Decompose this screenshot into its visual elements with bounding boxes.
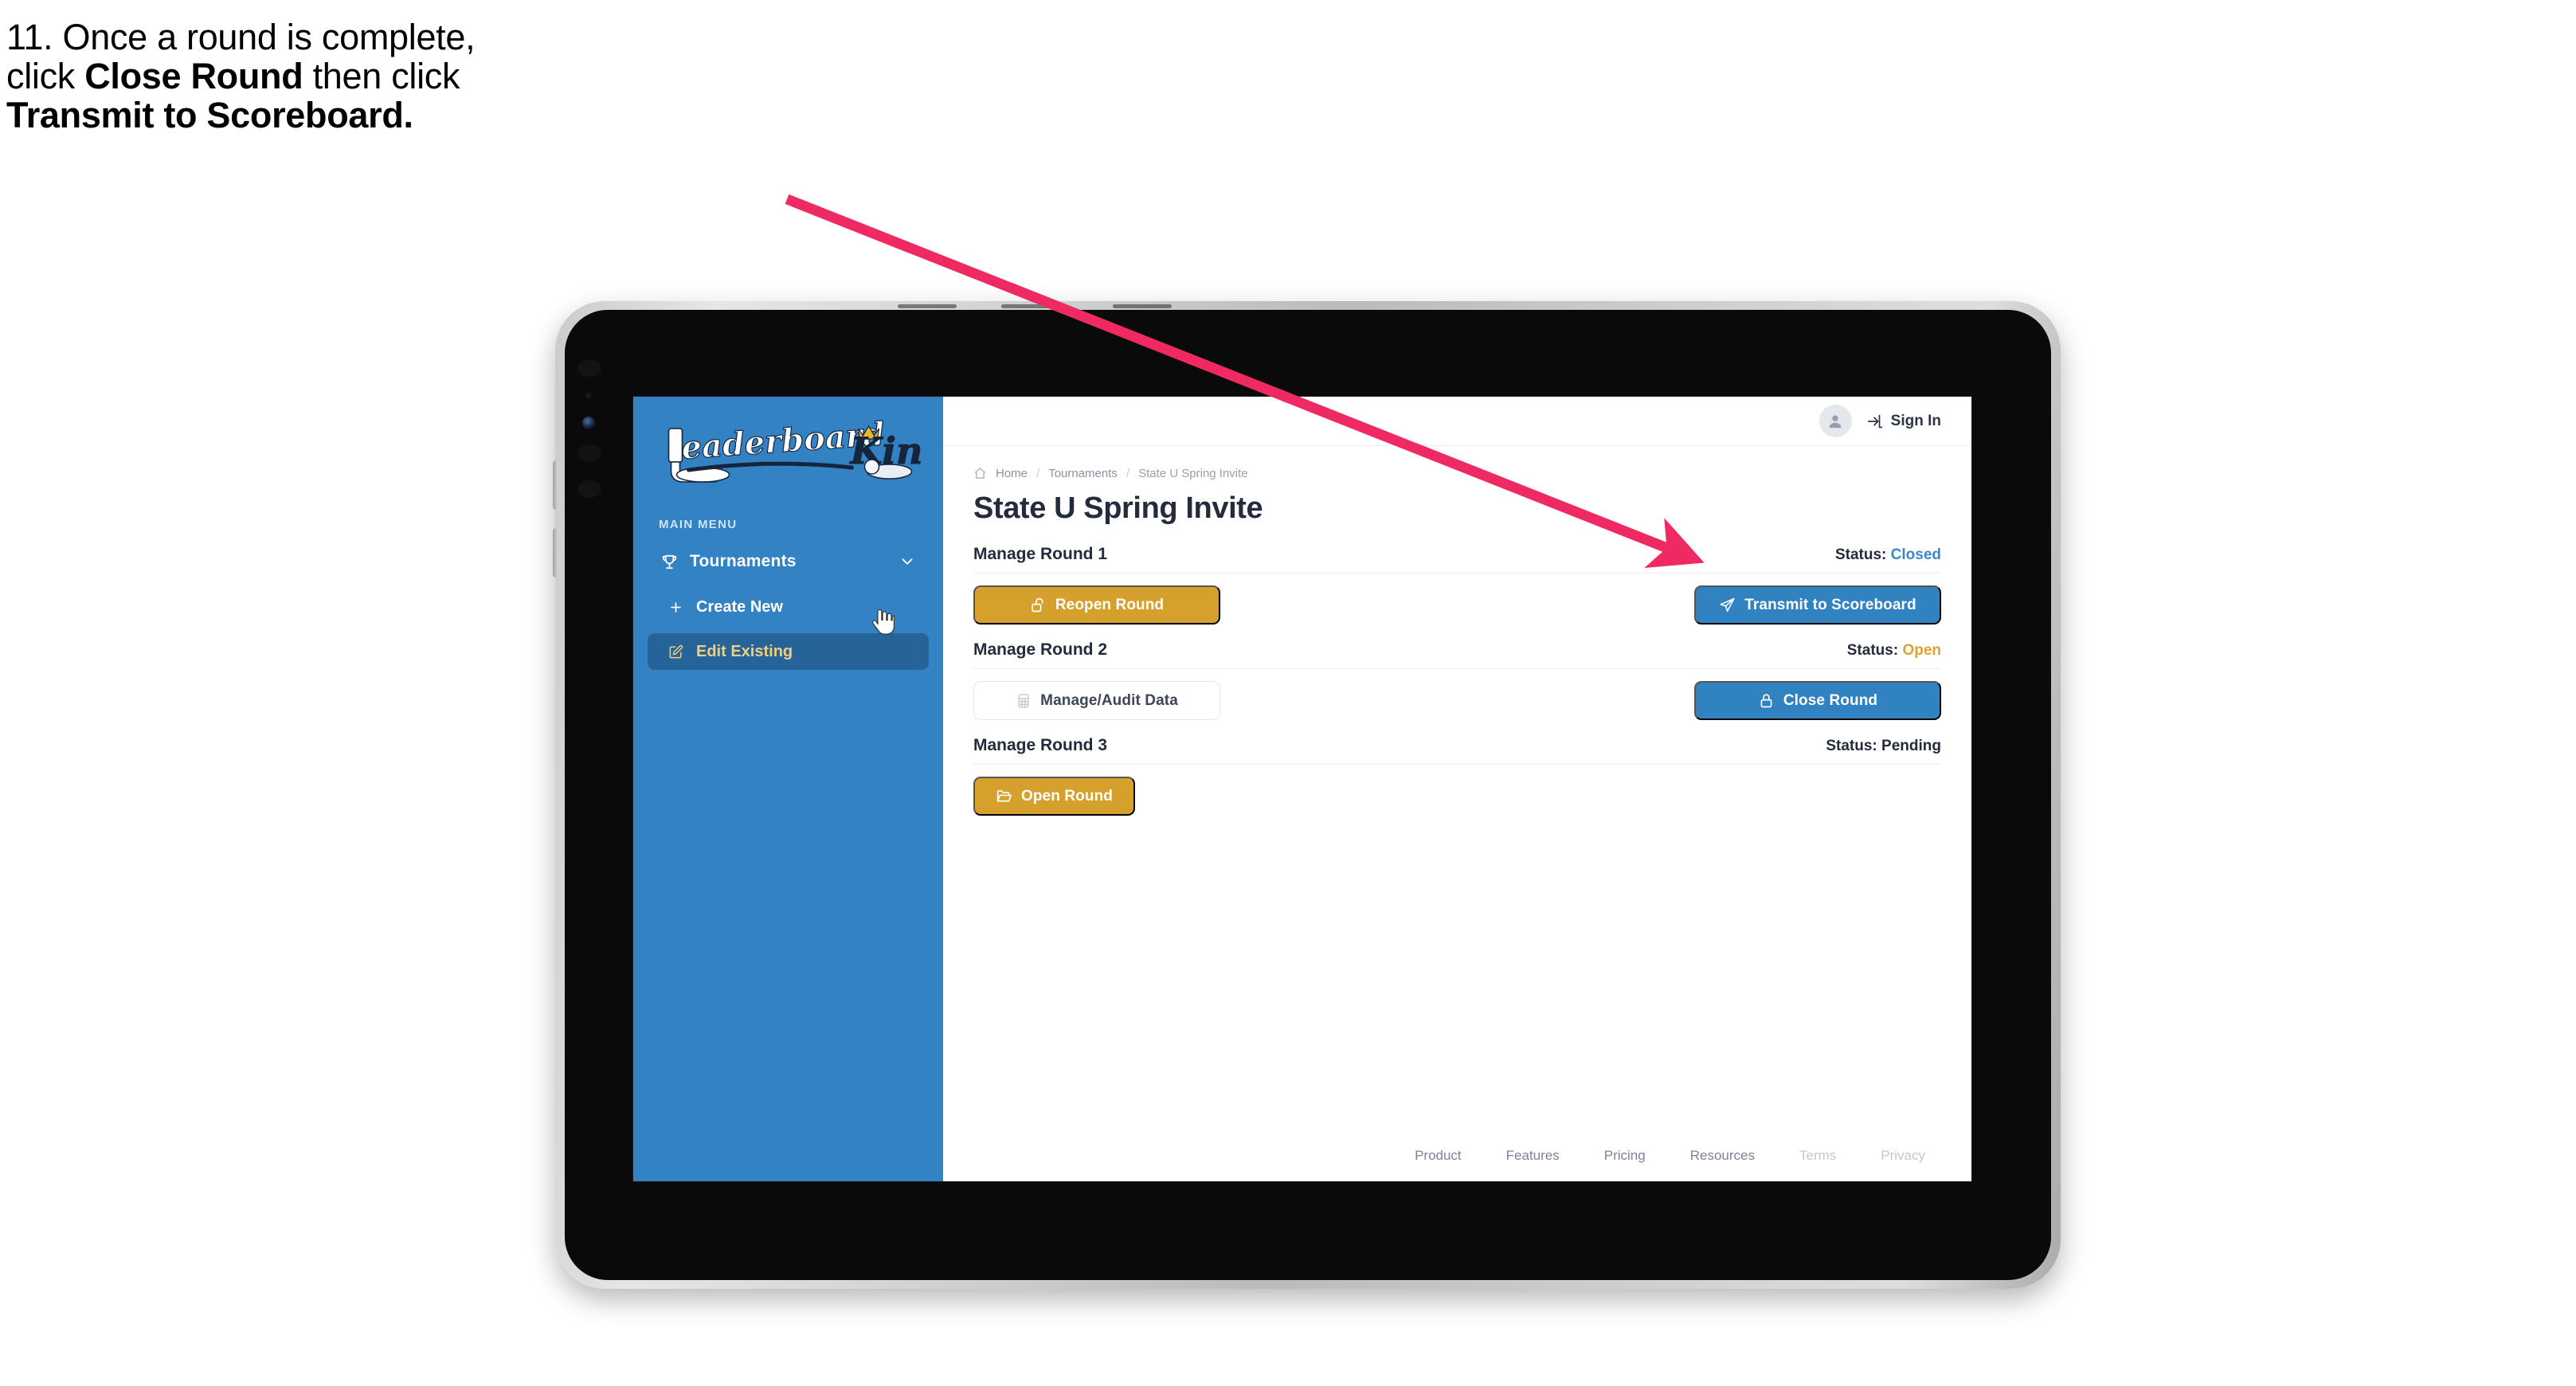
volume-down-button[interactable]: [553, 528, 558, 578]
footer-links: Product Features Pricing Resources Terms…: [943, 1148, 1971, 1181]
caption-line-1: 11. Once a round is complete,: [6, 17, 476, 57]
sidebar-item-tournaments[interactable]: Tournaments: [648, 542, 929, 581]
button-label: Reopen Round: [1055, 596, 1165, 613]
manage-audit-data-button[interactable]: Manage/Audit Data: [973, 681, 1220, 720]
bezel-sensor-dot: [585, 393, 591, 398]
round-header: Manage Round 2 Status: Open: [973, 640, 1941, 669]
plus-icon: [668, 600, 683, 615]
main-menu-label: MAIN MENU: [659, 518, 738, 531]
status-label: Status:: [1826, 738, 1877, 754]
round-title: Manage Round 3: [973, 736, 1108, 754]
main-content: Sign In Home / Tournaments / State U Spr…: [943, 397, 1971, 1181]
front-camera-icon: [582, 417, 595, 429]
unlock-icon: [1030, 597, 1047, 613]
round-section-1: Manage Round 1 Status: Closed Reopen Rou: [973, 545, 1941, 624]
open-round-button[interactable]: Open Round: [973, 777, 1135, 816]
sign-in-label: Sign In: [1890, 412, 1941, 429]
caption-text: then click: [303, 56, 460, 97]
breadcrumb: Home / Tournaments / State U Spring Invi…: [973, 467, 1941, 480]
sidebar-item-label: Edit Existing: [696, 642, 793, 660]
breadcrumb-separator: /: [1126, 467, 1130, 480]
round-actions: Open Round: [973, 765, 1941, 816]
round-section-2: Manage Round 2 Status: Open Manage/Audit…: [973, 640, 1941, 720]
send-plane-icon: [1719, 597, 1736, 613]
volume-up-button[interactable]: [553, 460, 558, 510]
round-status: Status: Open: [1847, 642, 1941, 660]
sign-in-button[interactable]: Sign In: [1866, 413, 1941, 430]
trophy-icon: [660, 553, 679, 571]
app-screen: eaderboard King MAIN MENU Tournaments: [633, 397, 1971, 1181]
top-vent-slot: [1113, 304, 1172, 308]
button-label: Transmit to Scoreboard: [1744, 596, 1916, 613]
round-status: Status: Pending: [1826, 738, 1941, 755]
transmit-to-scoreboard-button[interactable]: Transmit to Scoreboard: [1694, 585, 1941, 624]
status-label: Status:: [1846, 642, 1899, 659]
breadcrumb-item-current: State U Spring Invite: [1138, 467, 1248, 480]
user-avatar-icon[interactable]: [1818, 405, 1852, 437]
breadcrumb-item-home[interactable]: Home: [996, 467, 1028, 480]
round-title: Manage Round 2: [973, 640, 1108, 659]
footer-link-resources[interactable]: Resources: [1690, 1148, 1755, 1164]
chevron-down-icon[interactable]: [898, 553, 916, 570]
sidebar-item-edit-existing[interactable]: Edit Existing: [648, 633, 929, 670]
button-label: Close Round: [1783, 691, 1878, 709]
edit-pencil-icon: [668, 644, 683, 660]
round-status: Status: Closed: [1835, 546, 1941, 564]
leaderboard-king-logo: eaderboard King: [633, 417, 943, 491]
sign-in-arrow-icon: [1866, 413, 1884, 430]
instruction-caption: 11. Once a round is complete, click Clos…: [6, 18, 867, 135]
caption-bold-close-round: Close Round: [84, 56, 303, 97]
reopen-round-button[interactable]: Reopen Round: [973, 585, 1220, 624]
footer-link-features[interactable]: Features: [1506, 1148, 1560, 1164]
mouse-cursor: [871, 609, 895, 636]
round-header: Manage Round 3 Status: Pending: [973, 736, 1941, 765]
status-label: Status:: [1834, 546, 1887, 563]
breadcrumb-item-tournaments[interactable]: Tournaments: [1048, 467, 1118, 480]
close-round-button[interactable]: Close Round: [1694, 681, 1941, 720]
top-bar: Sign In: [943, 397, 1971, 446]
round-actions: Manage/Audit Data Close Round: [973, 669, 1941, 720]
button-label: Manage/Audit Data: [1040, 691, 1178, 709]
folder-open-icon: [996, 788, 1012, 805]
round-header: Manage Round 1 Status: Closed: [973, 545, 1941, 574]
status-value: Closed: [1890, 546, 1941, 563]
sidebar-item-label: Tournaments: [690, 552, 797, 570]
caption-text: click: [6, 56, 85, 97]
bezel-speaker-dot: [577, 480, 601, 498]
top-vent-slot: [1001, 304, 1060, 308]
footer-link-terms[interactable]: Terms: [1799, 1148, 1836, 1164]
footer-link-product[interactable]: Product: [1415, 1148, 1462, 1164]
footer-link-pricing[interactable]: Pricing: [1604, 1148, 1646, 1164]
home-icon[interactable]: [973, 467, 987, 480]
status-value: Pending: [1881, 738, 1941, 754]
lock-icon: [1758, 692, 1775, 709]
page-title: State U Spring Invite: [973, 491, 1263, 525]
caption-bold-transmit: Transmit to Scoreboard.: [6, 95, 413, 136]
button-label: Open Round: [1021, 787, 1113, 805]
footer-link-privacy[interactable]: Privacy: [1881, 1148, 1925, 1164]
round-title: Manage Round 1: [973, 545, 1108, 563]
content-area: Home / Tournaments / State U Spring Invi…: [943, 446, 1971, 1148]
bezel-speaker-dot: [577, 444, 601, 462]
round-actions: Reopen Round Transmit to Scoreboard: [973, 574, 1941, 624]
status-value: Open: [1902, 642, 1941, 659]
breadcrumb-separator: /: [1036, 467, 1040, 480]
round-section-3: Manage Round 3 Status: Pending Open Roun…: [973, 736, 1941, 816]
table-grid-icon: [1016, 693, 1032, 709]
caption-line-2: click Close Round then click: [6, 57, 867, 96]
bezel-speaker-dot: [577, 359, 601, 377]
sidebar: eaderboard King MAIN MENU Tournaments: [633, 397, 943, 1181]
sidebar-item-label: Create New: [696, 597, 783, 616]
top-vent-slot: [898, 304, 957, 308]
